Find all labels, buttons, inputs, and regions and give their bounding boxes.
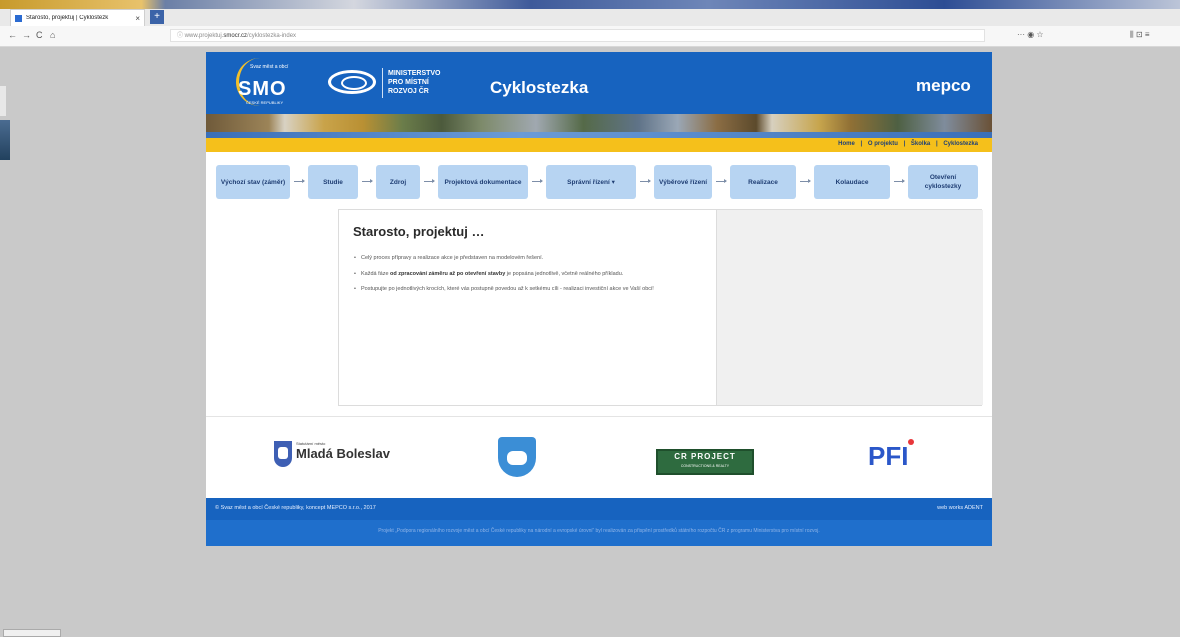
library-sidebar-menu-icon[interactable]: ⫼ ⊡ ≡ — [1130, 30, 1150, 40]
arrow-icon — [532, 179, 543, 183]
top-navigation-bar: Home | O projektu | Školka | Cyklostezka — [206, 138, 992, 152]
project-note: Projekt „Podpora regionálního rozvoje mě… — [378, 528, 820, 534]
mb-name: Mladá Boleslav — [296, 446, 390, 461]
taskbar-button[interactable] — [3, 629, 61, 637]
site-footer: © Svaz měst a obcí České republiky, konc… — [206, 498, 992, 546]
content-title: Starosto, projektuj … — [353, 224, 485, 239]
nav-school-link[interactable]: Školka — [911, 141, 930, 147]
nav-separator: | — [935, 141, 938, 147]
home-icon[interactable]: ⌂ — [50, 30, 55, 40]
town-shield-logo-icon[interactable] — [498, 437, 536, 477]
url-prefix: www.projektuj. — [184, 33, 224, 39]
site-header: Svaz měst a obcí SMO ČESKÉ REPUBLIKY MIN… — [206, 52, 992, 114]
new-tab-button[interactable]: + — [150, 10, 164, 24]
step-realization[interactable]: Realizace — [730, 165, 796, 199]
footer-note-bar: Projekt „Podpora regionálního rozvoje mě… — [206, 520, 992, 546]
step-tender[interactable]: Výběrové řízení — [654, 165, 712, 199]
step-study[interactable]: Studie — [308, 165, 358, 199]
arrow-icon — [800, 179, 811, 183]
crp-bottom-text: CONSTRUCTIONS & REALTY — [680, 464, 730, 468]
step-approval[interactable]: Kolaudace — [814, 165, 890, 199]
nav-separator: | — [903, 141, 906, 147]
pfi-dot-icon — [908, 439, 914, 445]
list-item: Celý proces přípravy a realizace akce je… — [353, 254, 708, 263]
browser-tab-active[interactable]: Starosto, projektuj | Cyklostezk × — [10, 9, 145, 26]
side-panel — [716, 210, 983, 405]
list-item: Každá fáze od zpracování záměru až po ot… — [353, 270, 708, 279]
close-tab-icon[interactable]: × — [135, 14, 140, 23]
arrow-icon — [362, 179, 373, 183]
desktop-background-strip — [0, 0, 1180, 9]
arrow-icon — [894, 179, 905, 183]
step-initial-state[interactable]: Výchozí stav (záměr) — [216, 165, 290, 199]
address-bar[interactable]: ⓘ www.projektuj.smocr.cz/cyklostezka-ind… — [170, 29, 985, 42]
nav-separator: | — [860, 141, 863, 147]
arrow-icon — [640, 179, 651, 183]
page-actions-icon[interactable]: ··· ◉ ☆ — [1017, 30, 1044, 39]
background-window-edge-dark — [0, 120, 10, 160]
list-item: Postupujte po jednotlivých krocích, kter… — [353, 285, 708, 294]
nav-home-link[interactable]: Home — [838, 141, 855, 147]
smo-text: SMO — [238, 78, 287, 100]
info-icon[interactable]: ⓘ — [177, 33, 185, 39]
divider — [382, 68, 383, 98]
step-source[interactable]: Zdroj — [376, 165, 420, 199]
step-opening[interactable]: Otevření cyklostezky — [908, 165, 978, 199]
top-navigation: Home | O projektu | Školka | Cyklostezka — [836, 141, 980, 147]
url-domain: smocr.cz — [223, 33, 248, 39]
process-steps: Výchozí stav (záměr) Studie Zdroj Projek… — [216, 165, 986, 199]
step-project-documentation[interactable]: Projektová dokumentace — [438, 165, 528, 199]
ministry-logo-icon[interactable] — [328, 70, 376, 94]
site-title: Cyklostezka — [490, 78, 589, 97]
ministry-name: MINISTERSTVO PRO MÍSTNÍ ROZVOJ ČR — [388, 70, 441, 95]
partner-logos: Statutární město Mladá Boleslav CR PROJE… — [206, 416, 992, 497]
tab-title: Starosto, projektuj | Cyklostezk — [26, 15, 109, 21]
forward-icon[interactable]: → — [22, 30, 31, 40]
browser-tab-bar: Starosto, projektuj | Cyklostezk × + — [0, 9, 1180, 26]
favicon-icon — [15, 14, 22, 22]
web-page: Svaz měst a obcí SMO ČESKÉ REPUBLIKY MIN… — [206, 52, 992, 546]
photo-banner — [206, 114, 992, 138]
copyright-text: © Svaz měst a obcí České republiky, konc… — [215, 505, 376, 511]
nav-about-link[interactable]: O projektu — [868, 141, 898, 147]
reload-icon[interactable]: C — [36, 30, 43, 40]
background-window-edge — [0, 86, 6, 116]
pfi-logo[interactable]: PFI — [868, 441, 908, 472]
mlada-boleslav-crest-icon — [274, 441, 292, 467]
cr-project-logo[interactable]: CR PROJECT CONSTRUCTIONS & REALTY — [656, 449, 754, 475]
crp-top-text: CR PROJECT — [674, 452, 736, 461]
step-administrative-procedure[interactable]: Správní řízení ▾ — [546, 165, 636, 199]
back-icon[interactable]: ← — [8, 30, 17, 40]
browser-toolbar: ← → C ⌂ ⓘ www.projektuj.smocr.cz/cyklost… — [0, 26, 1180, 47]
arrow-icon — [294, 179, 305, 183]
intro-list: Celý proces přípravy a realizace akce je… — [353, 254, 708, 301]
smo-sub-text: ČESKÉ REPUBLIKY — [246, 100, 284, 105]
smo-small-text: Svaz měst a obcí — [250, 64, 289, 70]
mepco-logo[interactable]: mepco — [916, 76, 971, 96]
nav-cyklostezka-link[interactable]: Cyklostezka — [943, 141, 978, 147]
arrow-icon — [716, 179, 727, 183]
webworks-link[interactable]: web works ADENT — [937, 505, 983, 511]
content-panel: Starosto, projektuj … Celý proces přípra… — [338, 209, 983, 406]
arrow-icon — [424, 179, 435, 183]
url-path: /cyklostezka-index — [247, 33, 297, 39]
